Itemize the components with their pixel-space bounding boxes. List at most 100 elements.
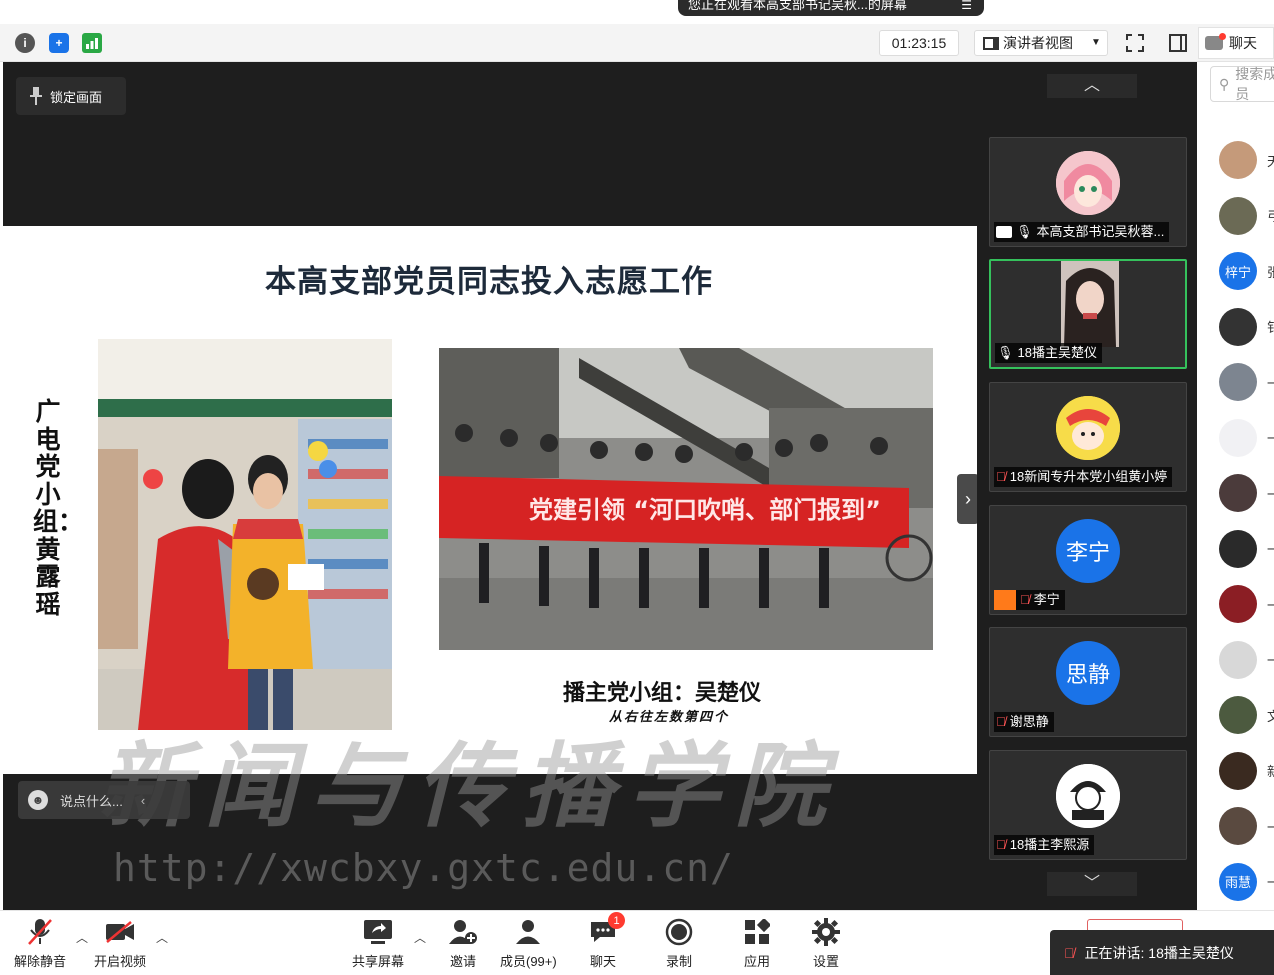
tile-name: 🎙̸ 谢思静 — [994, 712, 1054, 732]
list-item[interactable]: 雨慧一 — [1219, 862, 1274, 902]
mic-muted-icon: 🎙̸ — [1020, 592, 1030, 607]
gallery-tile-active[interactable]: 🎙 18播主吴楚仪 — [989, 259, 1187, 369]
unmute-label: 解除静音 — [14, 954, 67, 969]
tile-name-label: 18播主李熙源 — [1009, 837, 1090, 852]
members-button[interactable]: 成员(99+) — [500, 916, 557, 970]
tile-name-label: 李宁 — [1033, 592, 1060, 607]
pin-icon — [30, 87, 42, 105]
start-video-label: 开启视频 — [94, 954, 147, 969]
chat-label: 聊天 — [589, 954, 616, 969]
record-label: 录制 — [665, 954, 692, 969]
gallery-tile[interactable]: 李宁 🎙̸ 李宁 — [989, 505, 1187, 615]
tile-name-label: 本高支部书记吴秋蓉... — [1036, 224, 1165, 239]
video-off-icon — [104, 916, 136, 948]
mic-icon: 🎙 — [1016, 224, 1033, 239]
gallery-tile[interactable]: 🎙 本高支部书记吴秋蓉... — [989, 137, 1187, 247]
gallery-tile[interactable]: 🎙̸ 18新闻专升本党小组黄小婷 — [989, 382, 1187, 492]
member-name: 弓 — [1267, 209, 1274, 224]
mic-muted-icon: 🎙̸ — [1064, 945, 1075, 961]
apps-icon — [741, 916, 773, 948]
apps-label: 应用 — [743, 954, 770, 969]
chat-tab[interactable]: 聊天 — [1198, 27, 1274, 59]
gallery-tile[interactable]: 🎙̸ 18播主李熙源 — [989, 750, 1187, 860]
record-button[interactable]: 录制 — [663, 916, 695, 970]
collapse-gallery-button[interactable]: › — [957, 474, 979, 524]
settings-button[interactable]: 设置 — [810, 916, 842, 970]
list-item[interactable]: 钅 — [1219, 307, 1274, 347]
mic-muted-icon — [24, 916, 56, 948]
shield-icon[interactable]: + — [49, 33, 69, 53]
member-name: 一 — [1267, 819, 1274, 835]
slide-vertical-label: 广电党小组：黄露瑶 — [33, 397, 84, 619]
list-item[interactable]: 一 — [1219, 529, 1274, 569]
list-item[interactable]: 一 — [1219, 418, 1274, 458]
signal-icon[interactable] — [82, 33, 102, 53]
list-item[interactable]: 梓宁张 — [1219, 251, 1274, 291]
info-icon[interactable]: i — [15, 33, 35, 53]
chat-button[interactable]: 1 聊天 — [587, 912, 625, 970]
mic-icon: 🎙 — [997, 345, 1014, 360]
chevron-up-icon[interactable]: ︿ — [414, 929, 426, 946]
sidebar-toggle-button[interactable] — [1164, 30, 1192, 56]
meeting-timer: 01:23:15 — [879, 30, 959, 56]
list-icon[interactable]: ☰ — [961, 0, 972, 11]
list-item[interactable]: 弓 — [1219, 196, 1274, 236]
list-item[interactable]: 一 — [1219, 473, 1274, 513]
avatar: 梓宁 — [1219, 252, 1257, 290]
share-screen-button[interactable]: 共享屏幕 — [352, 916, 404, 970]
video-gallery: ︿ 🎙 本高支部书记吴秋蓉... 🎙 18播主吴楚仪 🎙̸ 18新闻专升本党小组… — [977, 62, 1197, 910]
presentation-slide: 本高支部党员同志投入志愿工作 广电党小组：黄露瑶 党建引领 “河口吹哨、部门报到… — [3, 226, 977, 774]
list-item[interactable]: 新 — [1219, 751, 1274, 791]
bottom-toolbar: 解除静音 ︿ 开启视频 ︿ 共享屏幕 ︿ 邀请 成员(99+) 1 聊天 录制 … — [0, 910, 1274, 975]
lock-view-button[interactable]: 锁定画面 — [16, 77, 126, 115]
avatar: 思静 — [1056, 641, 1120, 705]
avatar — [1219, 807, 1257, 845]
member-name: 新 — [1267, 764, 1274, 779]
search-input[interactable]: ⚲ 搜索成员 — [1210, 66, 1274, 102]
tile-name: 🎙̸ 李宁 — [994, 590, 1065, 610]
active-speaker-indicator: 🎙̸ 正在讲话: 18播主吴楚仪 — [1050, 930, 1274, 975]
avatar: 雨慧 — [1219, 862, 1257, 901]
fullscreen-button[interactable] — [1121, 30, 1149, 56]
chevron-down-icon: ﹀ — [1083, 875, 1100, 892]
avatar — [1056, 764, 1120, 828]
participant-video — [1061, 261, 1119, 347]
member-name: 一 — [1267, 875, 1274, 890]
tile-name: 🎙 本高支部书记吴秋蓉... — [994, 222, 1170, 242]
member-name: 一 — [1267, 375, 1274, 391]
chevron-up-icon[interactable]: ︿ — [76, 929, 88, 946]
slide-title: 本高支部党员同志投入志愿工作 — [265, 264, 713, 300]
gallery-tile[interactable]: 思静 🎙̸ 谢思静 — [989, 627, 1187, 737]
gallery-scroll-down[interactable]: ﹀ — [1047, 872, 1137, 896]
emoji-icon[interactable]: ☻ — [28, 790, 48, 810]
apps-button[interactable]: 应用 — [741, 916, 773, 970]
member-name: 一 — [1267, 486, 1274, 502]
avatar — [1056, 151, 1120, 215]
avatar — [1219, 585, 1257, 623]
chat-tab-label: 聊天 — [1229, 35, 1257, 51]
invite-button[interactable]: 邀请 — [447, 916, 479, 970]
speaker-view-dropdown[interactable]: 演讲者视图 ▼ — [974, 30, 1108, 56]
add-user-icon — [447, 916, 479, 948]
list-item[interactable]: 文 — [1219, 695, 1274, 735]
list-item[interactable]: 一 — [1219, 362, 1274, 402]
unmute-button[interactable]: 解除静音 — [14, 916, 66, 970]
mic-muted-icon: 🎙̸ — [996, 837, 1006, 852]
chevron-up-icon[interactable]: ︿ — [156, 929, 168, 946]
tile-name-label: 谢思静 — [1009, 714, 1049, 729]
list-item[interactable]: 天 — [1219, 140, 1274, 180]
top-toolbar: i + 01:23:15 演讲者视图 ▼ 聊天 — [0, 24, 1274, 62]
settings-label: 设置 — [812, 954, 839, 969]
avatar — [1219, 640, 1257, 679]
list-item[interactable]: 一 — [1219, 806, 1274, 846]
tile-name: 🎙̸ 18新闻专升本党小组黄小婷 — [994, 467, 1173, 487]
comment-input[interactable]: ☻ 说点什么... ‹ — [18, 781, 190, 819]
list-item[interactable]: 一 — [1219, 584, 1274, 624]
chevron-left-icon[interactable]: ‹ — [141, 793, 145, 808]
sharing-banner: 您正在观看本高支部书记吴秋...的屏幕 ☰ — [678, 0, 984, 16]
avatar — [1219, 141, 1257, 179]
gallery-scroll-up[interactable]: ︿ — [1047, 74, 1137, 98]
avatar — [1219, 529, 1257, 568]
list-item[interactable]: 一 — [1219, 640, 1274, 680]
start-video-button[interactable]: 开启视频 — [94, 916, 146, 970]
